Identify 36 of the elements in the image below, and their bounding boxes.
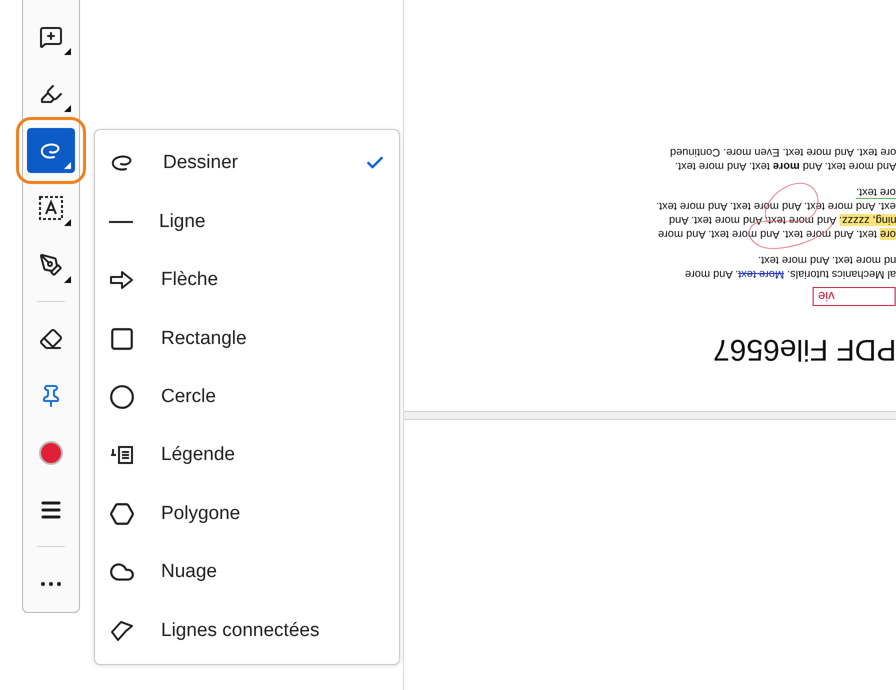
document-text: ore text. And more text. And more text. And more bbox=[658, 227, 896, 241]
more-icon bbox=[41, 582, 61, 586]
document-text: And more text. And more text. And more text. bbox=[674, 159, 896, 173]
menu-item[interactable]: Polygone bbox=[95, 484, 399, 544]
polyline-icon bbox=[109, 618, 135, 643]
document-text: ore text. bbox=[856, 185, 896, 199]
text-box-icon bbox=[38, 194, 64, 221]
hexagon-icon bbox=[109, 500, 135, 527]
submenu-indicator-icon bbox=[64, 48, 71, 56]
submenu-indicator-icon bbox=[64, 162, 71, 170]
tool-button[interactable] bbox=[27, 128, 75, 174]
menu-item[interactable]: Dessiner bbox=[95, 134, 399, 192]
submenu-indicator-icon bbox=[64, 219, 71, 226]
comment-add-icon bbox=[39, 24, 63, 48]
document-text: nd more text. And more text. bbox=[758, 253, 896, 267]
submenu-indicator-icon bbox=[64, 105, 71, 112]
annotation-note: vie bbox=[813, 287, 896, 306]
square-icon bbox=[109, 326, 135, 352]
menu-item[interactable]: Nuage bbox=[95, 543, 399, 602]
document-text: ext. And more text. And more text. And more text. bbox=[656, 199, 896, 213]
submenu-indicator-icon bbox=[64, 276, 71, 284]
menu-item[interactable]: Légende bbox=[95, 426, 399, 485]
document-text: ning, zzzzz. And more text. And more text. And bbox=[668, 213, 896, 227]
circle-icon bbox=[109, 384, 135, 410]
menu-item[interactable]: Ligne bbox=[95, 192, 399, 251]
arrow-icon bbox=[109, 269, 135, 292]
eraser-icon bbox=[39, 326, 63, 351]
pen-nib-icon bbox=[39, 252, 63, 277]
document-title: PDF File6567 bbox=[712, 332, 896, 366]
document-text: ore text. And more text. Even more. Continued bbox=[670, 145, 896, 159]
menu-item[interactable]: Cercle bbox=[95, 368, 399, 426]
menu-item[interactable]: Lignes connectées bbox=[95, 602, 399, 660]
menu-item[interactable]: Flèche bbox=[95, 250, 399, 310]
callout-icon bbox=[109, 444, 135, 466]
line-icon bbox=[109, 220, 133, 223]
menu-item[interactable]: Rectangle bbox=[95, 309, 399, 368]
